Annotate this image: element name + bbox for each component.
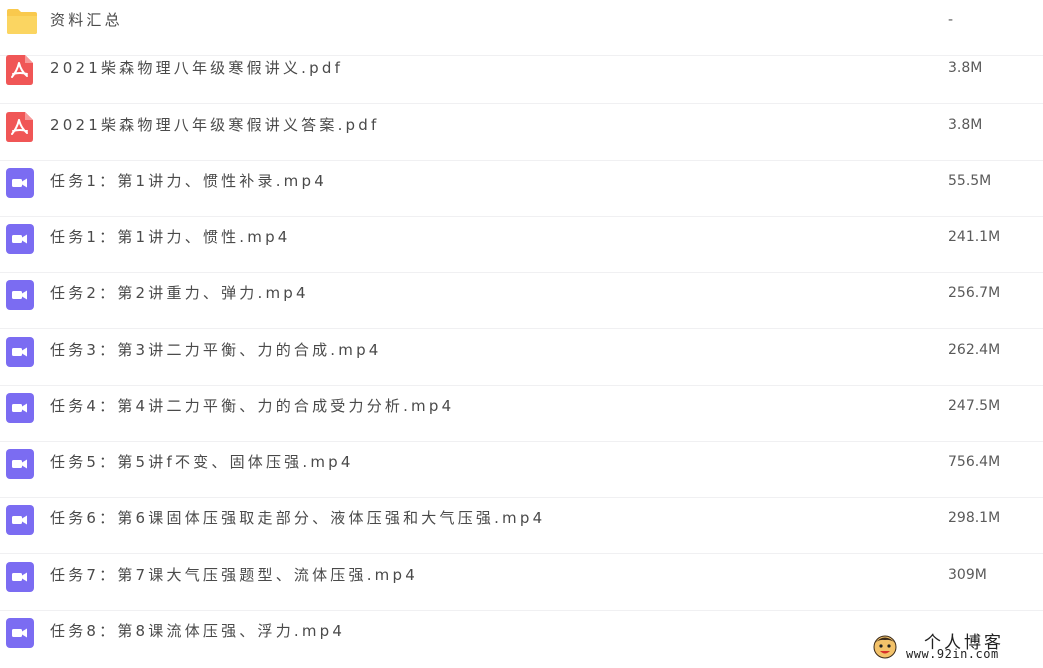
file-row[interactable]: 2021柴森物理八年级寒假讲义.pdf 3.8M [0, 48, 1043, 104]
file-size: - [948, 12, 954, 28]
file-row[interactable]: 任务2：第2讲重力、弹力.mp4 256.7M [0, 273, 1043, 329]
file-row[interactable]: 任务6：第6课固体压强取走部分、液体压强和大气压强.mp4 298.1M [0, 498, 1043, 554]
file-name[interactable]: 任务7：第7课大气压强题型、流体压强.mp4 [50, 555, 418, 595]
file-size: 256.7M [948, 285, 1001, 301]
pdf-icon [6, 55, 34, 85]
mascot-face-icon [872, 633, 898, 659]
file-size: 55.5M [948, 173, 992, 189]
file-size: 756.4M [948, 454, 1001, 470]
file-size: 3.8M [948, 60, 983, 76]
file-size: 298.1M [948, 510, 1001, 526]
file-size: 3.8M [948, 117, 983, 133]
file-size: 247.5M [948, 398, 1001, 414]
video-icon [6, 618, 34, 648]
file-name[interactable]: 资料汇总 [50, 0, 123, 40]
file-row[interactable]: 任务3：第3讲二力平衡、力的合成.mp4 262.4M [0, 330, 1043, 386]
file-row[interactable]: 任务7：第7课大气压强题型、流体压强.mp4 309M [0, 555, 1043, 611]
video-icon [6, 562, 34, 592]
pdf-icon [6, 112, 34, 142]
video-icon [6, 393, 34, 423]
watermark-url: www.92in.com [906, 647, 999, 661]
file-name[interactable]: 2021柴森物理八年级寒假讲义答案.pdf [50, 105, 379, 145]
file-name[interactable]: 2021柴森物理八年级寒假讲义.pdf [50, 48, 343, 88]
file-row[interactable]: 任务5：第5讲f不变、固体压强.mp4 756.4M [0, 442, 1043, 498]
file-name[interactable]: 任务1：第1讲力、惯性.mp4 [50, 217, 291, 257]
file-row[interactable]: 任务1：第1讲力、惯性补录.mp4 55.5M [0, 161, 1043, 217]
folder-icon [6, 7, 37, 37]
file-row[interactable]: 2021柴森物理八年级寒假讲义答案.pdf 3.8M [0, 105, 1043, 161]
file-size: 241.1M [948, 229, 1001, 245]
video-icon [6, 168, 34, 198]
file-name[interactable]: 任务5：第5讲f不变、固体压强.mp4 [50, 442, 354, 482]
video-icon [6, 280, 34, 310]
file-name[interactable]: 任务4：第4讲二力平衡、力的合成受力分析.mp4 [50, 386, 454, 426]
video-icon [6, 449, 34, 479]
file-size: 262.4M [948, 342, 1001, 358]
file-size: 309M [948, 567, 987, 583]
video-icon [6, 224, 34, 254]
file-row[interactable]: 任务1：第1讲力、惯性.mp4 241.1M [0, 217, 1043, 273]
file-name[interactable]: 任务8：第8课流体压强、浮力.mp4 [50, 611, 345, 651]
watermark: 个人博客 www.92in.com [872, 630, 1032, 664]
file-name[interactable]: 任务6：第6课固体压强取走部分、液体压强和大气压强.mp4 [50, 498, 545, 538]
video-icon [6, 505, 34, 535]
file-name[interactable]: 任务2：第2讲重力、弹力.mp4 [50, 273, 309, 313]
video-icon [6, 337, 34, 367]
file-row[interactable]: 任务4：第4讲二力平衡、力的合成受力分析.mp4 247.5M [0, 386, 1043, 442]
file-list: 资料汇总 - 2021柴森物理八年级寒假讲义.pdf 3.8M 2021柴森物理… [0, 0, 1043, 668]
file-name[interactable]: 任务1：第1讲力、惯性补录.mp4 [50, 161, 327, 201]
file-name[interactable]: 任务3：第3讲二力平衡、力的合成.mp4 [50, 330, 382, 370]
